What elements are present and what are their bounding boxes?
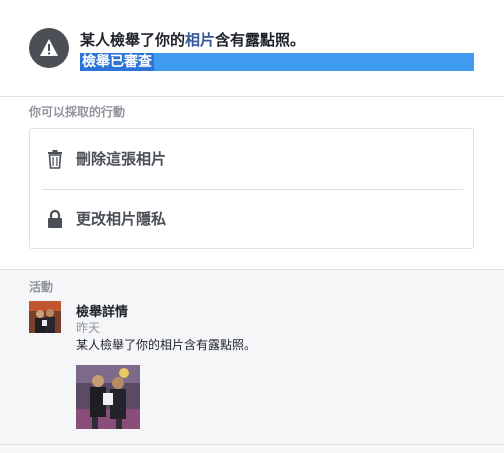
warning-icon [29,28,69,68]
delete-photo-action[interactable]: 刪除這張相片 [30,129,473,189]
notice-title-prefix: 某人檢舉了你的 [80,31,186,49]
trash-icon [45,149,65,169]
report-details-panel: 某人檢舉了你的相片含有露點照。 檢舉已審查 你可以採取的行動 刪除這張相片 更改… [0,0,504,453]
notice-title: 某人檢舉了你的相片含有露點照。 [80,31,305,49]
activity-section: 活動 檢舉詳情 昨天 某人檢舉了你的相片含有露點照。 [0,269,504,453]
change-privacy-label: 更改相片隱私 [76,210,167,228]
bottom-divider [0,444,504,445]
notice-title-suffix: 含有露點照。 [215,31,306,49]
lock-icon [45,209,65,229]
avatar [29,301,61,333]
activity-description: 某人檢舉了你的相片含有露點照。 [76,338,257,352]
activity-section-label: 活動 [29,280,54,294]
change-privacy-action[interactable]: 更改相片隱私 [30,189,473,249]
actions-card: 刪除這張相片 更改相片隱私 [29,128,474,249]
report-notice: 某人檢舉了你的相片含有露點照。 檢舉已審查 [0,0,504,97]
reported-photo-thumbnail[interactable] [76,365,140,429]
delete-photo-label: 刪除這張相片 [76,150,167,168]
report-status: 檢舉已審查 [80,53,154,71]
actions-section-label: 你可以採取的行動 [29,105,126,119]
activity-timestamp: 昨天 [76,321,101,335]
photo-link[interactable]: 相片 [185,31,215,49]
activity-title: 檢舉詳情 [76,305,129,320]
